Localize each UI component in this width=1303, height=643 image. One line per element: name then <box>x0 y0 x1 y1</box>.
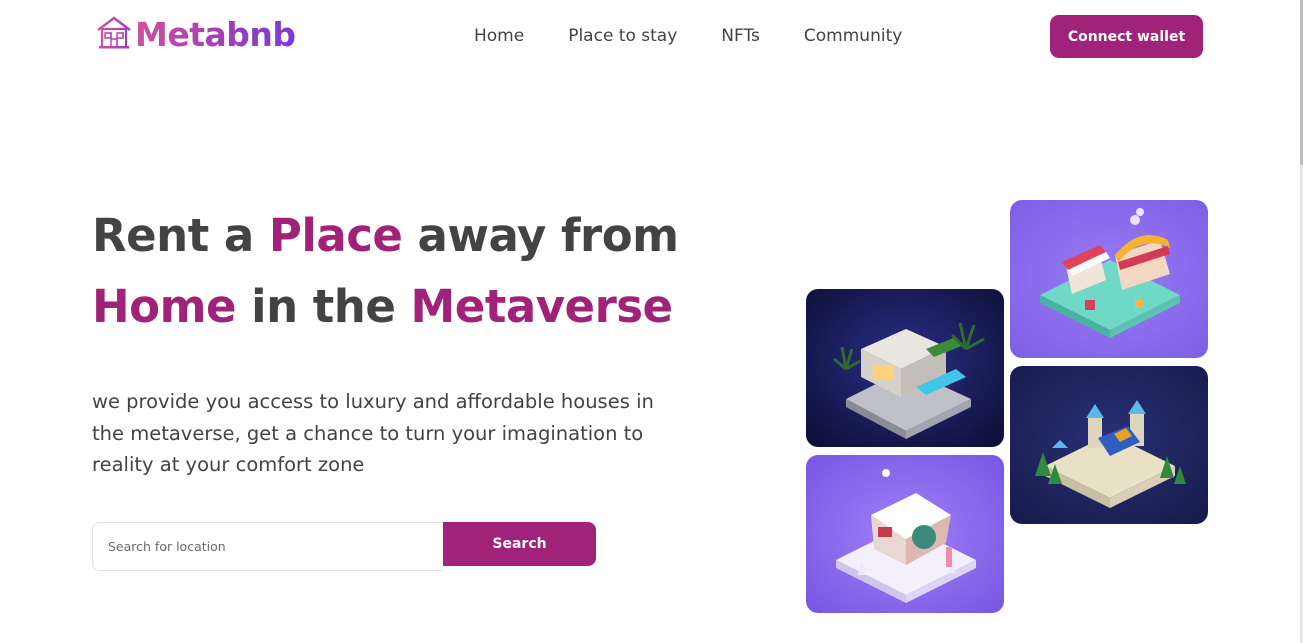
hero-title-part: in the <box>236 280 411 333</box>
logo[interactable]: Metabnb <box>95 14 296 55</box>
gallery-image-villa <box>806 289 1004 447</box>
nav-link-place-to-stay[interactable]: Place to stay <box>568 24 677 48</box>
connect-wallet-button[interactable]: Connect wallet <box>1050 15 1203 58</box>
nav-link-nfts[interactable]: NFTs <box>721 24 760 48</box>
hero-title-part: away from <box>402 209 680 262</box>
hero-description: we provide you access to luxury and affo… <box>92 390 654 476</box>
hero-title-accent: Metaverse <box>410 280 674 333</box>
nav-link-community[interactable]: Community <box>804 24 902 48</box>
search-input[interactable] <box>92 522 443 571</box>
gallery-image-castle <box>1010 366 1208 524</box>
brand-name: Metabnb <box>135 14 296 54</box>
top-nav: Metabnb Home Place to stay NFTs Communit… <box>0 0 1303 72</box>
gallery-image-snow-house <box>806 455 1004 613</box>
nav-links: Home Place to stay NFTs Community <box>474 24 902 48</box>
hero-title-part: Rent a <box>92 209 269 262</box>
nav-link-home[interactable]: Home <box>474 24 524 48</box>
gallery-image-market <box>1010 200 1208 358</box>
search-button[interactable]: Search <box>443 522 596 566</box>
search-bar: Search <box>92 522 596 571</box>
hero-title-accent: Home <box>92 280 237 333</box>
hero-title-accent: Place <box>268 209 403 262</box>
house-icon <box>95 14 133 55</box>
hero-title: Rent a Place away from Home in the Metav… <box>92 200 712 342</box>
